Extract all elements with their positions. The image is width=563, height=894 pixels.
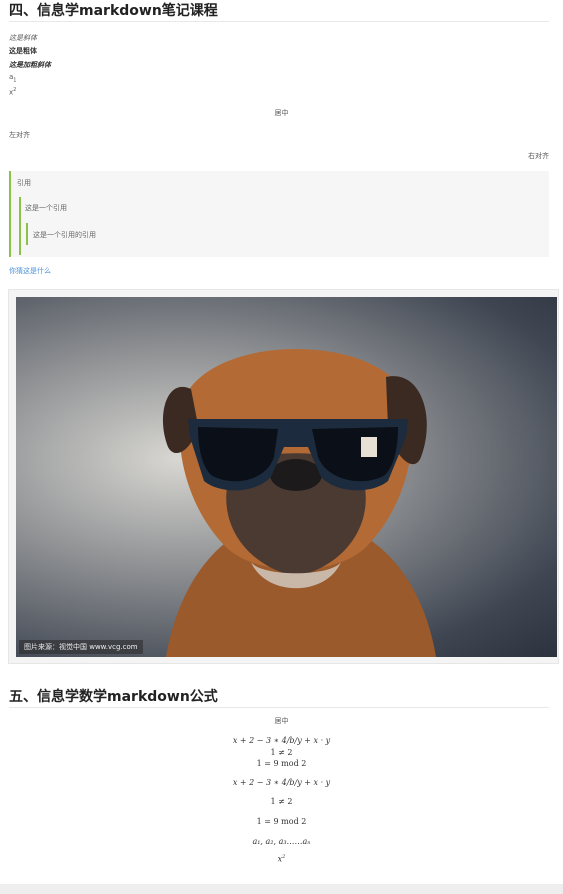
markdown-article: 四、信息学markdown笔记课程 这是斜体 这是粗体 这是加粗斜体 a1 x2… xyxy=(0,0,563,894)
superscript-line: x2 xyxy=(9,87,16,96)
formula-not-equal-1: 1 ≠ 2 xyxy=(270,748,293,757)
formula-superscript: x2 xyxy=(0,854,563,864)
formula-expression-2: x + 2 − 3 ∗ 4/b/y + x · y xyxy=(232,778,331,787)
guess-link[interactable]: 你猜这是什么 xyxy=(9,266,51,276)
bold-text: 这是粗体 xyxy=(9,47,37,55)
formula-expression-1: x + 2 − 3 ∗ 4/b/y + x · y xyxy=(232,736,331,745)
centered-text: 居中 xyxy=(274,109,289,117)
nested-nested-blockquote-text: 这是一个引用的引用 xyxy=(33,231,96,239)
nested-nested-blockquote: 这是一个引用的引用 xyxy=(26,223,546,245)
formula-centered-text: 居中 xyxy=(274,717,289,725)
superscript-index: 2 xyxy=(13,87,17,93)
blockquote: 引用 这是一个引用 这是一个引用的引用 xyxy=(9,171,549,257)
section-4-divider xyxy=(9,21,549,22)
bottom-bar xyxy=(0,884,563,894)
right-aligned-text: 右对齐 xyxy=(528,152,549,160)
image-frame: 图片来源：视觉中国 www.vcg.com xyxy=(8,289,559,664)
italic-text: 这是斜体 xyxy=(9,34,37,42)
dog-sunglasses-image[interactable]: 图片来源：视觉中国 www.vcg.com xyxy=(16,297,557,657)
formula-mod-2: 1 = 9 mod 2 xyxy=(256,817,307,826)
formula-mod-1: 1 = 9 mod 2 xyxy=(256,759,307,768)
image-caption: 图片来源：视觉中国 www.vcg.com xyxy=(19,640,143,654)
nested-blockquote-text: 这是一个引用 xyxy=(25,204,67,212)
blockquote-text: 引用 xyxy=(17,179,31,187)
subscript-index: 1 xyxy=(13,77,17,84)
section-5-divider xyxy=(9,707,549,708)
nested-blockquote: 这是一个引用 这是一个引用的引用 xyxy=(19,197,549,255)
formula-superscript-exp: 2 xyxy=(282,854,286,860)
section-5-title: 五、信息学数学markdown公式 xyxy=(9,689,218,705)
subscript-line: a1 xyxy=(9,73,16,83)
bold-italic-text: 这是加粗斜体 xyxy=(9,61,51,69)
formula-sequence: a₁, a₂, a₃……aₙ xyxy=(252,837,311,846)
section-4-title: 四、信息学markdown笔记课程 xyxy=(9,3,218,19)
formula-not-equal-2: 1 ≠ 2 xyxy=(270,797,293,806)
left-aligned-text: 左对齐 xyxy=(9,131,30,139)
dog-illustration xyxy=(162,349,436,657)
